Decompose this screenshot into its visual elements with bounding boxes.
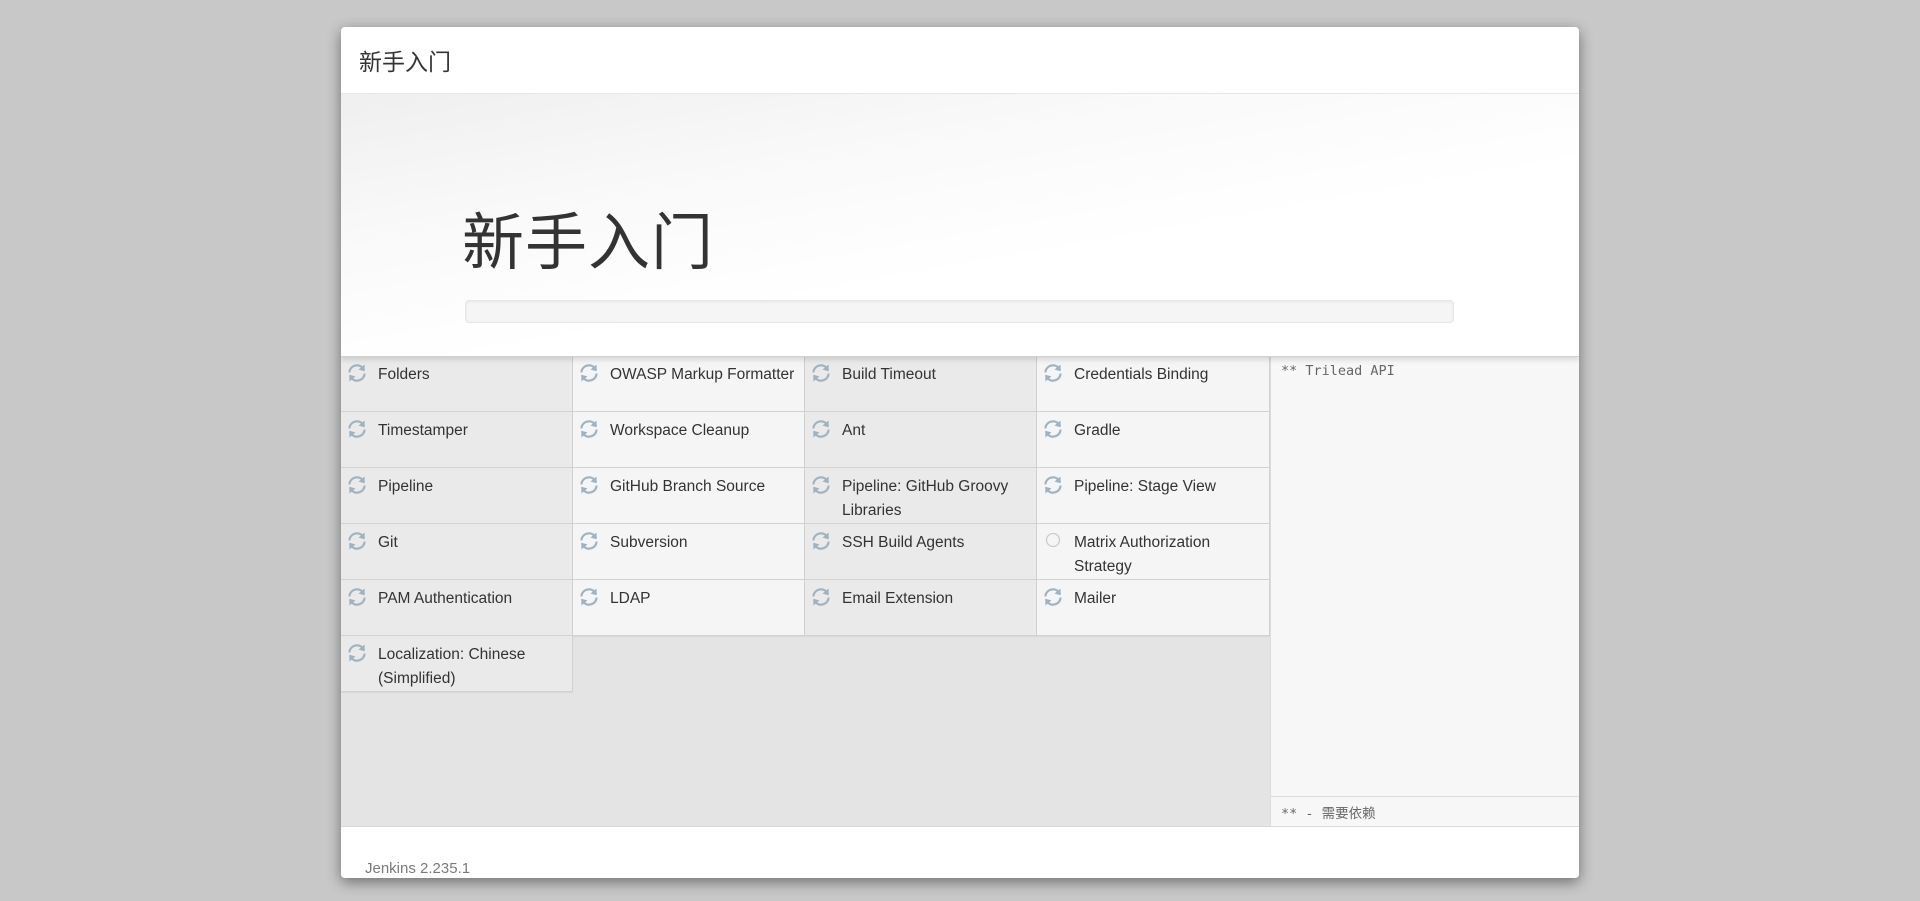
refresh-icon	[345, 362, 369, 386]
plugin-item: Gradle	[1037, 412, 1270, 468]
setup-wizard-dialog: 新手入门 新手入门 Folders OWASP Markup Formatter B…	[341, 27, 1579, 878]
refresh-icon	[345, 474, 369, 498]
plugin-item: Matrix Authorization Strategy	[1037, 524, 1270, 580]
plugin-item: SSH Build Agents	[805, 524, 1037, 580]
refresh-icon	[809, 474, 833, 498]
refresh-icon	[345, 586, 369, 610]
jenkins-version: Jenkins 2.235.1	[365, 860, 471, 877]
plugin-name: Folders	[378, 366, 430, 383]
page-title: 新手入门	[462, 206, 715, 279]
refresh-icon	[345, 642, 369, 666]
pending-circle-icon	[1041, 530, 1065, 554]
refresh-icon	[1041, 418, 1065, 442]
plugin-item: Workspace Cleanup	[573, 412, 805, 468]
plugin-name: Email Extension	[842, 590, 954, 607]
install-log-text: ** Trilead API	[1281, 363, 1395, 379]
plugin-name: LDAP	[610, 590, 651, 607]
plugin-name: Timestamper	[378, 422, 468, 439]
plugin-name: GitHub Branch Source	[610, 478, 766, 495]
plugin-item: Timestamper	[341, 412, 573, 468]
plugin-name: OWASP Markup Formatter	[610, 366, 795, 383]
refresh-icon	[345, 530, 369, 554]
refresh-icon	[809, 418, 833, 442]
plugin-item: LDAP	[573, 580, 805, 636]
plugin-name: Credentials Binding	[1074, 366, 1209, 383]
plugin-name: Workspace Cleanup	[610, 422, 750, 439]
plugin-item: Mailer	[1037, 580, 1270, 636]
plugin-item: GitHub Branch Source	[573, 468, 805, 524]
refresh-icon	[809, 362, 833, 386]
plugin-name: Build Timeout	[842, 366, 936, 383]
plugin-item: Pipeline: Stage View	[1037, 468, 1270, 524]
plugin-item: Ant	[805, 412, 1037, 468]
plugin-item: Pipeline	[341, 468, 573, 524]
plugin-item: Subversion	[573, 524, 805, 580]
plugin-name: Git	[378, 534, 398, 551]
refresh-icon	[577, 530, 601, 554]
plugin-name: Mailer	[1074, 590, 1117, 607]
refresh-icon	[809, 586, 833, 610]
refresh-icon	[1041, 362, 1065, 386]
plugin-item: PAM Authentication	[341, 580, 573, 636]
install-details-panel: ** Trilead API ** - 需要依赖	[1270, 356, 1579, 826]
plugin-item: Email Extension	[805, 580, 1037, 636]
plugin-item: Localization: Chinese (Simplified)	[341, 636, 573, 692]
plugin-name: Matrix Authorization Strategy	[1074, 534, 1211, 575]
plugin-name: Gradle	[1074, 422, 1121, 439]
refresh-icon	[577, 586, 601, 610]
refresh-icon	[577, 362, 601, 386]
plugin-name: Pipeline: Stage View	[1074, 478, 1216, 495]
plugin-name: PAM Authentication	[378, 590, 513, 607]
plugin-item: Pipeline: GitHub Groovy Libraries	[805, 468, 1037, 524]
plugin-name: Subversion	[610, 534, 688, 551]
install-progress-bar	[465, 300, 1454, 323]
refresh-icon	[809, 530, 833, 554]
plugin-name: Pipeline	[378, 478, 434, 495]
jumbotron: 新手入门	[341, 94, 1579, 357]
plugin-grid: Folders OWASP Markup Formatter Build Timeo…	[341, 356, 1270, 692]
refresh-icon	[345, 418, 369, 442]
plugin-item: Credentials Binding	[1037, 356, 1270, 412]
dialog-footer: Jenkins 2.235.1	[341, 826, 1579, 878]
refresh-icon	[577, 474, 601, 498]
dialog-title: 新手入门	[359, 50, 451, 76]
refresh-icon	[577, 418, 601, 442]
plugin-name: Ant	[842, 422, 866, 439]
refresh-icon	[1041, 474, 1065, 498]
plugin-item: Build Timeout	[805, 356, 1037, 412]
plugin-name: SSH Build Agents	[842, 534, 965, 551]
plugin-name: Pipeline: GitHub Groovy Libraries	[842, 478, 1009, 519]
plugin-name: Localization: Chinese (Simplified)	[378, 646, 526, 687]
refresh-icon	[1041, 586, 1065, 610]
plugin-item: OWASP Markup Formatter	[573, 356, 805, 412]
plugin-item: Git	[341, 524, 573, 580]
plugin-item: Folders	[341, 356, 573, 412]
dependency-legend: ** - 需要依赖	[1271, 796, 1579, 826]
plugin-list-area: Folders OWASP Markup Formatter Build Timeo…	[341, 356, 1270, 826]
dialog-header: 新手入门	[341, 27, 1579, 94]
